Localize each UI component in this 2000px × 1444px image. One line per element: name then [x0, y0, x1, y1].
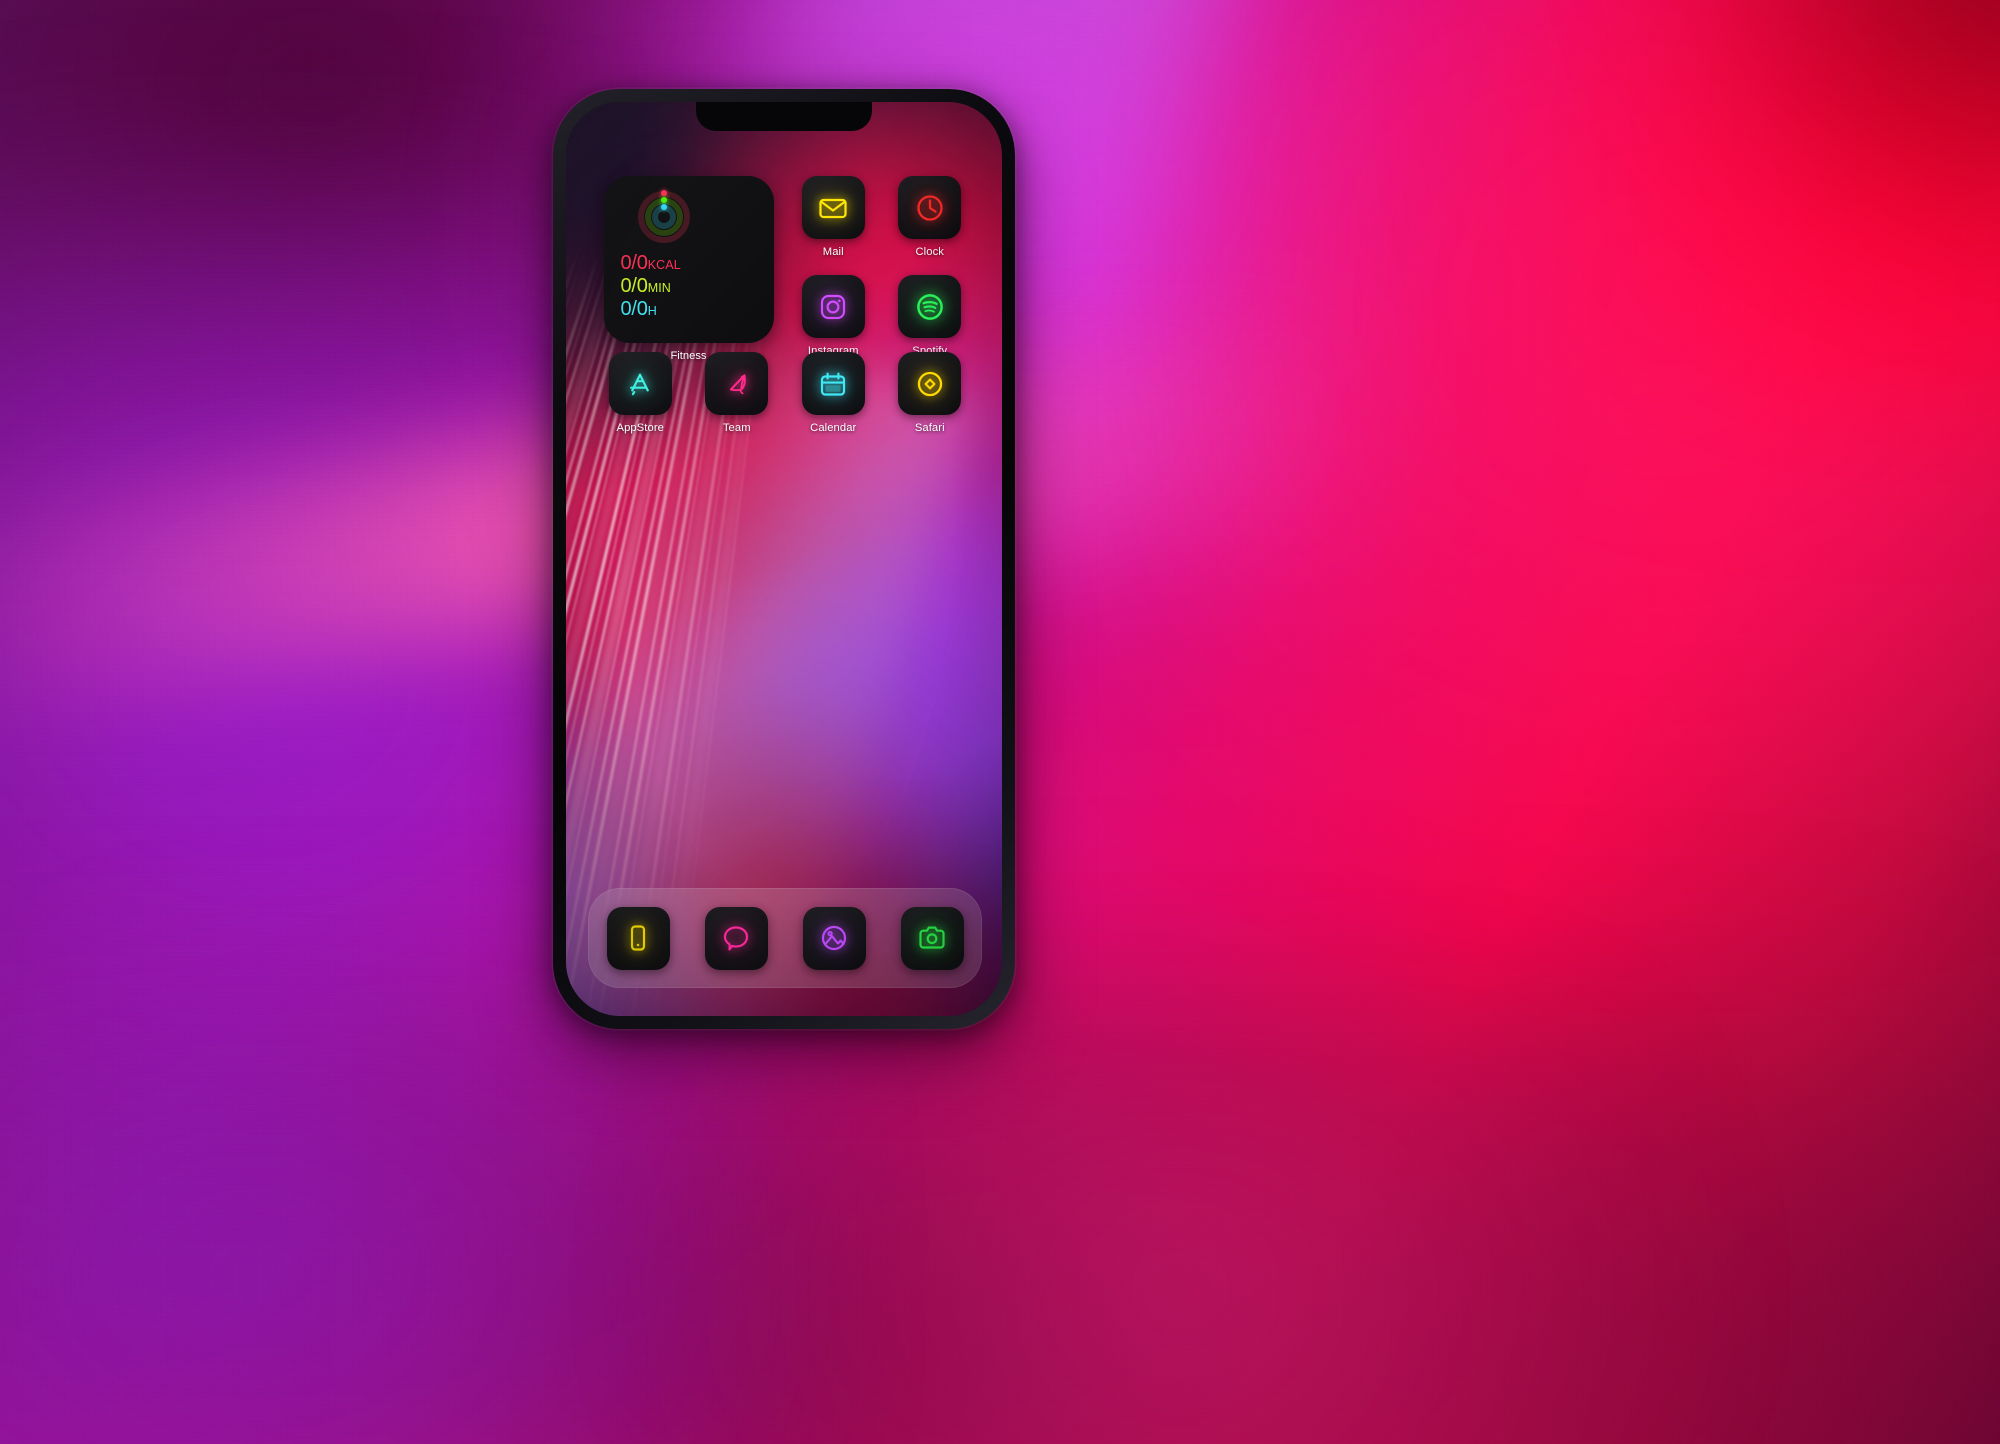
fitness-stat-exercise: 0/0MIN [621, 276, 758, 297]
clock-icon[interactable] [898, 176, 962, 239]
camera-icon[interactable] [900, 906, 964, 970]
app-cell-instagram[interactable]: Instagram [785, 275, 882, 357]
fitness-widget-slot: 0/0KCAL 0/0MIN 0/0H Fitness [592, 176, 785, 362]
app-label-calendar: Calendar [810, 422, 857, 434]
mail-icon[interactable] [801, 176, 865, 239]
app-cell-safari[interactable]: Safari [882, 352, 979, 466]
fitness-stand-value: 0/0 [620, 298, 648, 321]
compass-icon[interactable] [898, 352, 962, 415]
app-cell-clock[interactable]: Clock [882, 176, 979, 258]
dock [588, 888, 982, 988]
phone-screen[interactable]: 0/0KCAL 0/0MIN 0/0H Fitness Mail Clock I… [566, 102, 1002, 1016]
fitness-widget[interactable]: 0/0KCAL 0/0MIN 0/0H [603, 176, 774, 343]
app-label-mail: Mail [822, 246, 844, 258]
spotify-icon[interactable] [898, 275, 962, 338]
app-cell-team[interactable]: Team [689, 352, 786, 466]
phone-icon[interactable] [606, 906, 670, 970]
move-ring-dot [660, 190, 667, 196]
app-cell-appstore[interactable]: AppStore [592, 352, 689, 466]
stand-ring-dot [660, 204, 667, 210]
airplane-icon[interactable] [705, 352, 769, 415]
fitness-exercise-value: 0/0 [620, 275, 648, 298]
appstore-icon[interactable] [608, 352, 672, 415]
fitness-stats: 0/0KCAL 0/0MIN 0/0H [620, 252, 758, 323]
exercise-ring-dot [660, 197, 667, 203]
camera-notch [696, 102, 872, 131]
app-label-team: Team [722, 422, 751, 434]
photos-icon[interactable] [802, 906, 866, 970]
home-screen: 0/0KCAL 0/0MIN 0/0H Fitness Mail Clock I… [566, 102, 1002, 1016]
grid-row-top: 0/0KCAL 0/0MIN 0/0H Fitness Mail Clock I… [592, 176, 978, 362]
grid-row-third: AppStore Team Calendar Safari [592, 352, 978, 466]
app-label-appstore: AppStore [616, 422, 664, 434]
calendar-icon[interactable] [801, 352, 865, 415]
fitness-stat-move: 0/0KCAL [620, 252, 758, 274]
app-label-safari: Safari [914, 422, 945, 434]
instagram-icon[interactable] [801, 275, 865, 338]
chat-bubble-icon[interactable] [704, 906, 768, 970]
app-grid: 0/0KCAL 0/0MIN 0/0H Fitness Mail Clock I… [592, 176, 978, 466]
app-cell-calendar[interactable]: Calendar [785, 352, 882, 466]
phone-device: 0/0KCAL 0/0MIN 0/0H Fitness Mail Clock I… [553, 89, 1015, 1029]
activity-rings-icon [637, 190, 690, 243]
fitness-move-value: 0/0 [620, 252, 648, 274]
app-label-clock: Clock [915, 246, 944, 258]
fitness-stat-stand: 0/0H [621, 299, 758, 320]
fitness-stand-unit: H [647, 304, 657, 319]
fitness-exercise-unit: MIN [647, 281, 671, 296]
app-cell-spotify[interactable]: Spotify [882, 275, 979, 357]
app-cell-mail[interactable]: Mail [785, 176, 882, 258]
fitness-move-unit: KCAL [647, 258, 681, 272]
